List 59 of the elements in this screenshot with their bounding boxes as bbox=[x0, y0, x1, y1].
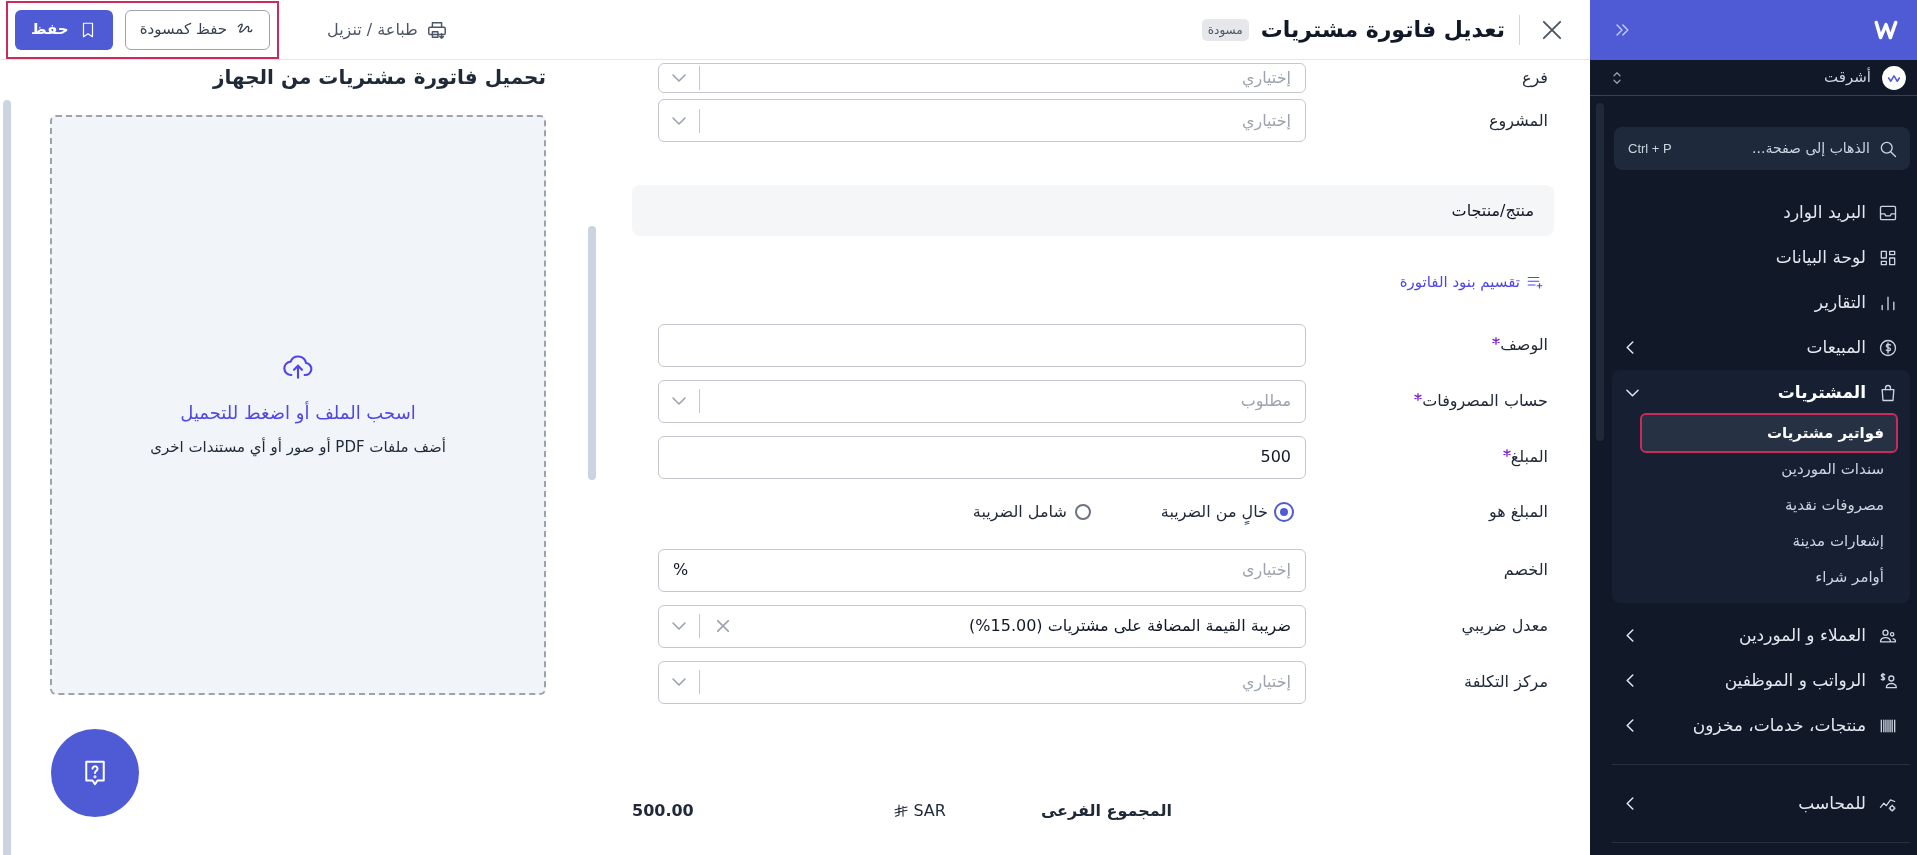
upload-prompt: اسحب الملف أو اضغط للتحميل bbox=[180, 400, 416, 426]
field-label: المبلغ bbox=[1510, 446, 1548, 469]
field-label: فرع bbox=[1521, 67, 1548, 90]
input-field[interactable]: 500 bbox=[658, 435, 1306, 479]
drop-zone[interactable]: اسحب الملف أو اضغط للتحميل أضف ملفات PDF أو صور أو أي مستندات اخرى bbox=[50, 115, 546, 695]
nav-item[interactable]: المبيعات bbox=[1612, 325, 1910, 370]
field-label: الوصف bbox=[1500, 334, 1548, 357]
shortcut-hint: Ctrl + P bbox=[1628, 139, 1672, 158]
payroll-icon bbox=[1878, 670, 1898, 691]
field-label: مركز التكلفة bbox=[1464, 671, 1548, 694]
section-title: منتج/منتجات bbox=[1451, 199, 1534, 222]
nav-subitem[interactable]: أوامر شراء bbox=[1642, 559, 1896, 595]
nav-item[interactable]: لوحة البيانات bbox=[1612, 235, 1910, 280]
nav-item[interactable]: الرواتب و الموظفين bbox=[1612, 658, 1910, 703]
nav-item[interactable]: المشتريات bbox=[1612, 370, 1910, 415]
radio-button[interactable] bbox=[1074, 503, 1091, 520]
nav-item[interactable]: التقارير bbox=[1612, 280, 1910, 325]
split-lines-link[interactable]: تقسيم بنود الفاتورة bbox=[1399, 271, 1544, 294]
upload-title: تحميل فاتورة مشتريات من الجهاز bbox=[211, 64, 546, 91]
scrollbar[interactable] bbox=[588, 226, 596, 480]
page-title: تعديل فاتورة مشتريات bbox=[1260, 16, 1505, 45]
print-link[interactable]: طباعة / تنزيل bbox=[327, 17, 448, 42]
avatar-icon bbox=[1881, 64, 1907, 91]
riyal-icon bbox=[893, 802, 910, 819]
chevron-down-icon bbox=[672, 622, 686, 630]
scrollbar[interactable] bbox=[3, 100, 11, 855]
subtotal-amount: 500.00 bbox=[632, 799, 694, 822]
field-label: المبلغ هو bbox=[1489, 500, 1548, 524]
dollar-circle-icon bbox=[1878, 337, 1898, 358]
status-badge: مسودة bbox=[1201, 18, 1249, 41]
select-field[interactable]: ضريبة القيمة المضافة على مشتريات (15.00%) bbox=[658, 604, 1306, 648]
field-label: المشروع bbox=[1489, 109, 1548, 133]
nav-subitem[interactable]: سندات الموردين bbox=[1642, 451, 1896, 487]
nav-subitem[interactable]: مصروفات نقدية bbox=[1642, 487, 1896, 523]
radio-option[interactable]: خالٍ من الضريبة bbox=[1160, 499, 1292, 524]
chevron-down-icon bbox=[672, 74, 686, 82]
field-label: الخصم bbox=[1503, 559, 1548, 581]
nav-subitem[interactable]: إشعارات مدينة bbox=[1642, 523, 1896, 559]
nav-item[interactable]: البريد الوارد bbox=[1612, 190, 1910, 235]
radio-option[interactable]: شامل الضريبة bbox=[972, 499, 1091, 524]
input-field[interactable] bbox=[658, 323, 1306, 367]
currency-label: SAR bbox=[893, 798, 946, 823]
org-switcher[interactable]: أشرقت bbox=[1590, 60, 1917, 96]
input-field[interactable]: إختيارى % bbox=[658, 548, 1306, 592]
upload-hint: أضف ملفات PDF أو صور أو أي مستندات اخرى bbox=[150, 436, 446, 459]
chevron-down-icon bbox=[672, 116, 686, 125]
save-draft-button[interactable]: حفظ كمسودة bbox=[124, 9, 271, 50]
chevron-down-icon bbox=[672, 397, 686, 405]
field-label: حساب المصروفات bbox=[1422, 390, 1548, 413]
save-button[interactable]: حفظ bbox=[15, 9, 113, 50]
field-label: معدل ضريبي bbox=[1461, 615, 1548, 638]
nav-item[interactable]: العملاء و الموردين bbox=[1612, 613, 1910, 658]
percent-suffix: % bbox=[673, 559, 689, 581]
subtotal-label: المجموع الفرعى bbox=[1040, 799, 1172, 822]
chevron-down-icon bbox=[672, 678, 686, 686]
clear-icon[interactable] bbox=[717, 620, 729, 632]
nav-item[interactable]: منتجات، خدمات، مخزون bbox=[1612, 703, 1910, 748]
nav-subitem[interactable]: فواتير مشتريات bbox=[1642, 415, 1896, 451]
nav-item[interactable]: للمحاسب bbox=[1612, 781, 1910, 826]
